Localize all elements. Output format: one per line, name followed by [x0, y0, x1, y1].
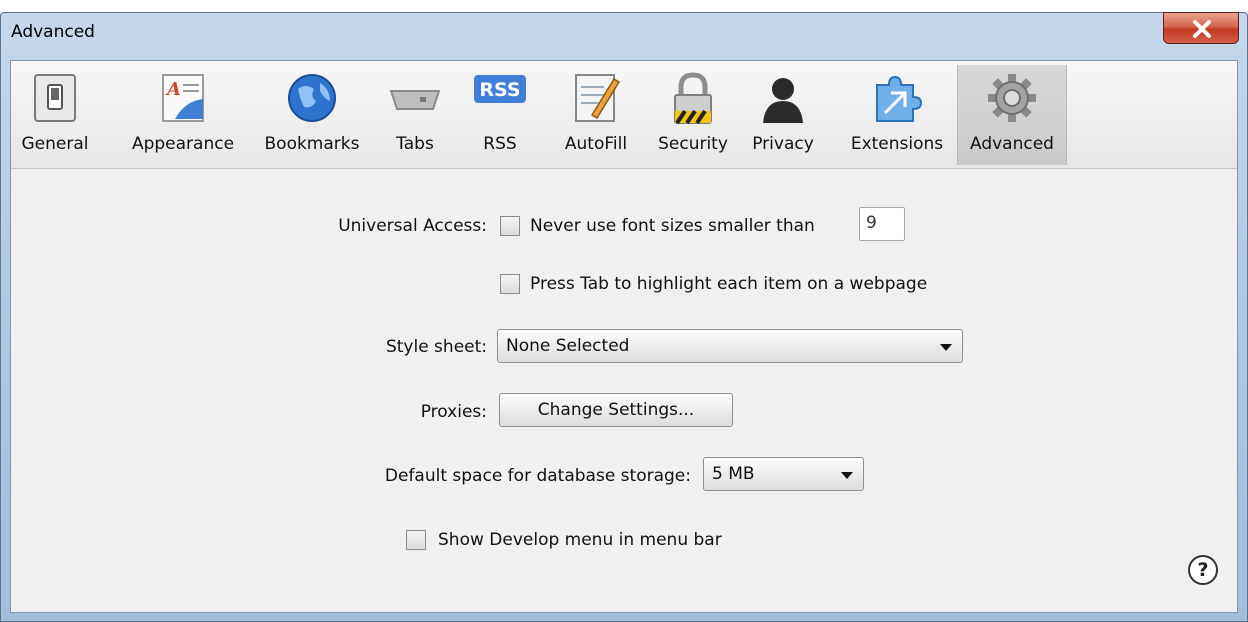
tab-appearance-label: Appearance [131, 134, 235, 154]
tab-autofill-label: AutoFill [564, 134, 628, 154]
develop-menu-checkbox[interactable] [406, 530, 426, 550]
close-button[interactable] [1163, 12, 1239, 44]
person-icon [763, 78, 803, 123]
develop-menu-text: Show Develop menu in menu bar [438, 530, 722, 550]
proxies-label: Proxies: [420, 402, 487, 422]
change-settings-button[interactable]: Change Settings... [499, 393, 733, 427]
tab-tabs-label: Tabs [396, 134, 434, 154]
general-switch-icon [34, 74, 76, 122]
advanced-settings: Universal Access: Never use font sizes s… [11, 169, 1237, 612]
tab-general-label: General [21, 134, 89, 154]
tab-extensions-label: Extensions [850, 134, 944, 154]
tab-general[interactable]: General [13, 65, 97, 165]
window-title: Advanced [11, 22, 95, 42]
globe-icon [288, 74, 336, 122]
tab-advanced[interactable]: Advanced [957, 65, 1067, 165]
tab-extensions[interactable]: Extensions [841, 65, 953, 165]
database-storage-select[interactable]: 5 MB [703, 457, 864, 491]
svg-text:RSS: RSS [479, 79, 520, 101]
tab-bookmarks-label: Bookmarks [264, 134, 360, 154]
tab-privacy[interactable]: Privacy [743, 65, 823, 165]
help-button[interactable]: ? [1188, 555, 1218, 585]
preferences-pane: General A Appearance Bookmarks Tabs RSS … [10, 60, 1238, 613]
autofill-icon [575, 74, 621, 122]
title-bar: Advanced [1, 12, 1247, 55]
universal-access-label: Universal Access: [338, 216, 487, 236]
tab-advanced-label: Advanced [970, 134, 1054, 154]
tab-highlight-text: Press Tab to highlight each item on a we… [530, 274, 928, 294]
min-font-size-checkbox[interactable] [500, 216, 520, 236]
tab-security[interactable]: Security [651, 65, 735, 165]
tab-security-label: Security [658, 134, 728, 154]
style-sheet-label: Style sheet: [385, 337, 487, 357]
preferences-window: Advanced General A Appearance Bookmarks … [0, 12, 1248, 622]
style-sheet-select[interactable]: None Selected [497, 329, 963, 363]
min-font-size-text: Never use font sizes smaller than [530, 216, 815, 236]
extensions-icon [876, 75, 923, 122]
tab-highlight-checkbox[interactable] [500, 274, 520, 294]
svg-text:A: A [165, 79, 181, 100]
database-storage-value: 5 MB [712, 464, 755, 484]
tab-autofill[interactable]: AutoFill [557, 65, 635, 165]
appearance-icon: A [162, 74, 204, 122]
preferences-toolbar: General A Appearance Bookmarks Tabs RSS … [11, 61, 1237, 169]
tab-rss[interactable]: RSS RSS [469, 65, 531, 165]
tab-tabs[interactable]: Tabs [383, 65, 447, 165]
database-storage-label: Default space for database storage: [384, 466, 691, 486]
background-strip [0, 0, 1248, 12]
chevron-down-icon [841, 472, 853, 479]
style-sheet-value: None Selected [506, 336, 630, 356]
lock-icon [674, 72, 712, 125]
rss-icon: RSS [474, 75, 526, 103]
tab-appearance[interactable]: A Appearance [121, 65, 245, 165]
tabs-icon [389, 90, 441, 110]
gear-icon [988, 74, 1036, 122]
tab-rss-label: RSS [483, 134, 517, 154]
min-font-size-input[interactable]: 9 [859, 207, 905, 241]
close-icon [1193, 20, 1211, 38]
tab-privacy-label: Privacy [752, 134, 814, 154]
tab-bookmarks[interactable]: Bookmarks [255, 65, 369, 165]
chevron-down-icon [940, 344, 952, 351]
